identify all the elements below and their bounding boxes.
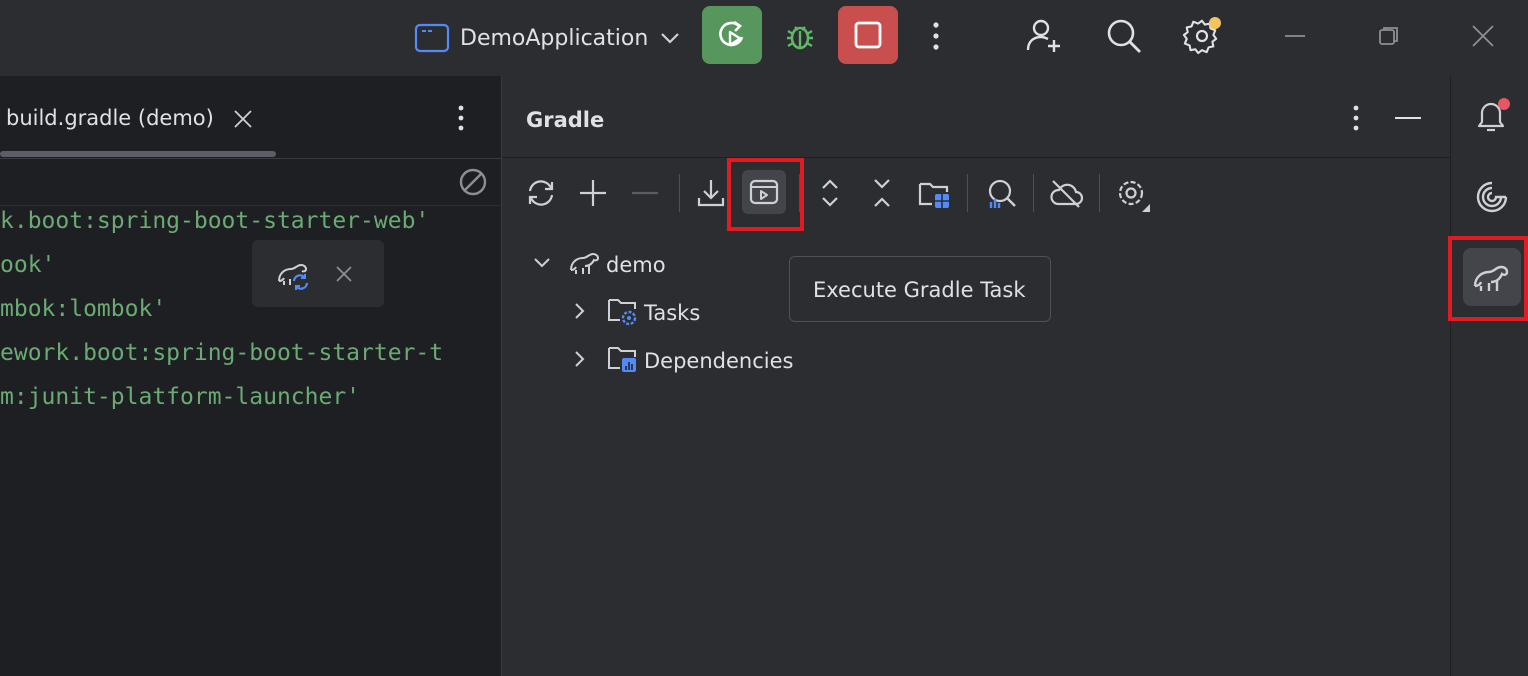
tab-more-vertical-icon[interactable] [456,104,466,132]
stop-icon [853,20,883,50]
chevron-down-icon [658,26,682,50]
code-line: m:junit-platform-launcher' [0,384,361,410]
code-with-me-button[interactable] [1020,12,1068,60]
code-line: mbok:lombok' [0,296,167,322]
run-configuration-name: DemoApplication [460,25,649,51]
ide-settings-button[interactable] [1178,12,1226,60]
restore-window-button[interactable] [1366,14,1412,58]
more-vertical-icon [931,21,941,51]
tasks-folder-icon [606,296,640,328]
notification-dot [1209,17,1221,29]
editor-tab-strip: build.gradle (demo) [0,76,501,159]
dependencies-folder-icon [606,344,640,376]
highlight-gradle-tool-button [1448,236,1528,321]
chevron-down-icon[interactable] [532,253,552,273]
editor-breadcrumb-bar [0,159,501,206]
tooltip-text: Execute Gradle Task [813,278,1026,302]
composite-build-icon[interactable] [917,176,953,212]
search-icon [1105,17,1143,55]
right-tool-strip [1450,76,1528,676]
hide-panel-icon[interactable] [1394,106,1422,130]
tree-label-tasks: Tasks [644,301,701,325]
search-everywhere-button[interactable] [1100,12,1148,60]
debug-button[interactable] [778,14,822,58]
chevron-right-icon[interactable] [570,349,590,369]
remove-icon [628,176,662,210]
panel-divider [502,157,1450,158]
toolbar-separator [967,174,968,212]
popup-close-icon[interactable] [334,264,354,284]
notifications-icon[interactable] [1471,96,1511,136]
gradle-sync-popup [252,240,384,307]
rerun-icon [715,18,749,52]
run-configuration-selector[interactable]: DemoApplication [414,20,682,56]
gradle-sync-icon[interactable] [276,259,312,291]
gradle-settings-icon[interactable] [1114,176,1150,212]
download-icon[interactable] [694,176,728,210]
gradle-tool-window: Gradle demo Tasks Dependencies [502,76,1450,676]
window-icon [414,22,450,54]
editor-tab-label: build.gradle (demo) [6,106,214,130]
analyze-dependencies-icon[interactable] [982,176,1018,212]
more-actions-button[interactable] [918,14,954,58]
editor-panel: build.gradle (demo) k.boot:spring-boot-s… [0,76,502,676]
ai-assistant-icon[interactable] [1473,178,1511,216]
gradle-panel-title: Gradle [526,108,605,132]
stop-button[interactable] [838,6,898,64]
tree-node-demo[interactable]: demo [528,244,728,284]
execute-gradle-task-tooltip: Execute Gradle Task [789,256,1051,322]
add-user-icon [1024,16,1064,56]
offline-mode-icon[interactable] [1048,176,1084,212]
tree-node-tasks[interactable]: Tasks [568,292,768,332]
collapse-all-icon[interactable] [865,176,899,210]
gradle-project-icon [568,248,602,278]
restore-icon [1377,24,1401,48]
code-line: ework.boot:spring-boot-starter-t [0,340,444,366]
close-window-button[interactable] [1460,14,1506,58]
minimize-icon [1283,24,1307,48]
tree-label-dependencies: Dependencies [644,349,794,373]
disabled-icon[interactable] [458,167,488,197]
toolbar-separator [679,174,680,212]
reload-icon[interactable] [524,176,558,210]
add-icon[interactable] [576,176,610,210]
panel-options-icon[interactable] [1351,104,1361,132]
rerun-button[interactable] [702,6,762,64]
code-line: k.boot:spring-boot-starter-web' [0,208,430,234]
toolbar-separator [1099,174,1100,212]
toolbar-separator [1033,174,1034,212]
tree-label-demo: demo [606,253,666,277]
title-bar: DemoApplication [0,0,1528,77]
code-line: ook' [0,252,56,278]
chevron-right-icon[interactable] [570,301,590,321]
tab-close-icon[interactable] [232,108,254,130]
highlight-execute-task [727,158,804,231]
settings-icon [1182,16,1222,56]
editor-tab-build-gradle[interactable]: build.gradle (demo) [0,76,276,158]
editor-tab-underline [0,151,276,157]
minimize-window-button[interactable] [1272,14,1318,58]
debug-icon [783,19,817,53]
close-icon [1470,23,1496,49]
expand-all-icon[interactable] [813,176,847,210]
tree-node-dependencies[interactable]: Dependencies [568,340,828,380]
